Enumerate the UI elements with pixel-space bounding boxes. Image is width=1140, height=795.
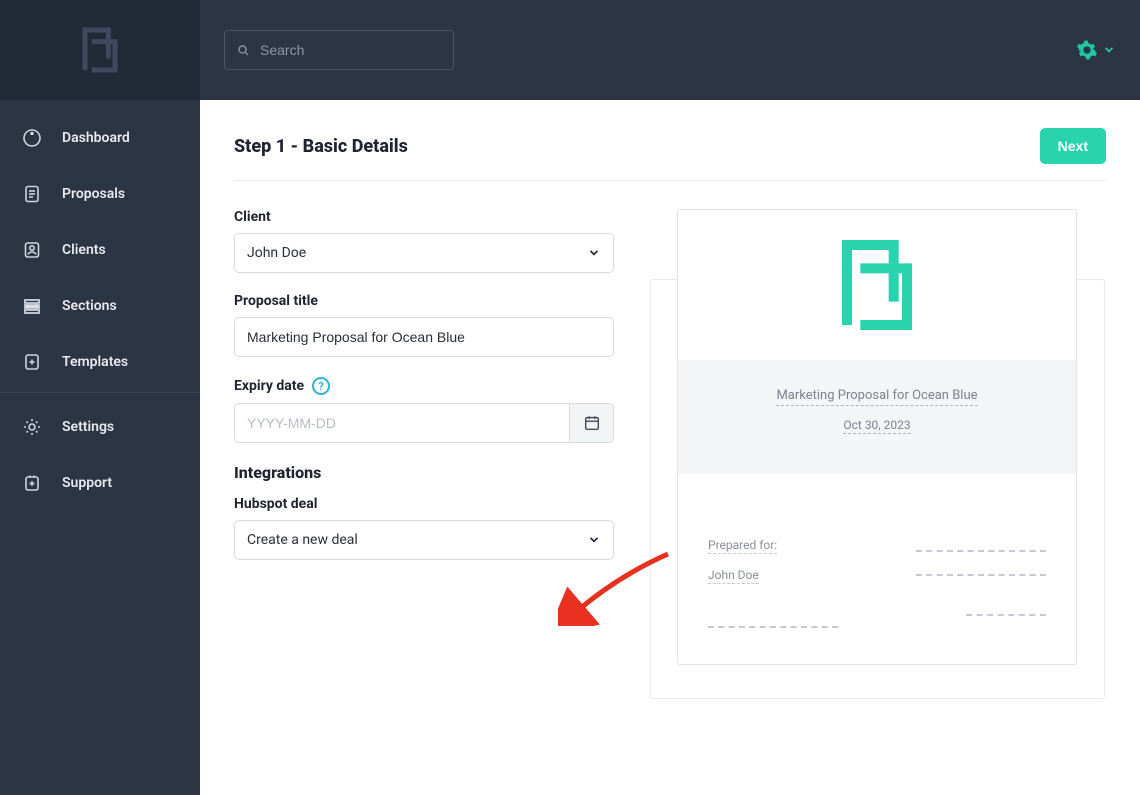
help-icon[interactable]: ?	[312, 377, 330, 395]
sidebar-item-label: Sections	[62, 298, 117, 314]
proposal-icon	[22, 184, 42, 204]
placeholder-line	[708, 614, 838, 628]
sidebar-item-templates[interactable]: Templates	[0, 334, 200, 390]
preview-footer: Prepared for: John Doe	[678, 474, 1076, 664]
expiry-label: Expiry date ?	[234, 377, 614, 395]
client-select-value: John Doe	[247, 245, 306, 261]
preview-page: Marketing Proposal for Ocean Blue Oct 30…	[677, 209, 1077, 665]
brand-logo	[0, 0, 200, 100]
search-input[interactable]	[260, 42, 441, 58]
preview-title: Marketing Proposal for Ocean Blue	[776, 388, 977, 406]
next-button[interactable]: Next	[1040, 128, 1106, 164]
sidebar-item-label: Clients	[62, 242, 106, 258]
chevron-down-icon	[1102, 43, 1116, 57]
prepared-for-label: Prepared for:	[708, 538, 777, 554]
expiry-input[interactable]	[247, 415, 557, 431]
client-select[interactable]: John Doe	[234, 233, 614, 273]
form-column: Client John Doe Proposal title	[234, 209, 614, 665]
content: Step 1 - Basic Details Next Client John …	[200, 100, 1140, 795]
main: Step 1 - Basic Details Next Client John …	[200, 0, 1140, 795]
client-icon	[22, 240, 42, 260]
placeholder-line	[916, 562, 1046, 576]
sidebar-item-label: Settings	[62, 419, 114, 435]
hubspot-label: Hubspot deal	[234, 496, 614, 512]
sidebar-item-label: Support	[62, 475, 112, 491]
support-icon	[22, 473, 42, 493]
ring-icon	[22, 128, 42, 148]
sidebar-item-clients[interactable]: Clients	[0, 222, 200, 278]
preview-title-band: Marketing Proposal for Ocean Blue Oct 30…	[678, 360, 1076, 474]
sidebar-item-support[interactable]: Support	[0, 455, 200, 511]
search-icon	[237, 43, 250, 58]
step-title: Step 1 - Basic Details	[234, 136, 408, 157]
preview-logo	[678, 210, 1076, 360]
placeholder-line	[916, 538, 1046, 552]
sidebar-nav: Dashboard Proposals Clients Sections	[0, 100, 200, 511]
proposal-title-field[interactable]	[234, 317, 614, 357]
calendar-button[interactable]	[570, 403, 614, 443]
gear-icon	[1076, 39, 1098, 61]
sidebar-item-label: Proposals	[62, 186, 125, 202]
expiry-field[interactable]	[234, 403, 570, 443]
preview-column: Marketing Proposal for Ocean Blue Oct 30…	[648, 209, 1106, 665]
search-box[interactable]	[224, 30, 454, 70]
sidebar-item-settings[interactable]: Settings	[0, 399, 200, 455]
content-header: Step 1 - Basic Details Next	[234, 128, 1106, 181]
preview-date: Oct 30, 2023	[843, 418, 910, 434]
sidebar-item-proposals[interactable]: Proposals	[0, 166, 200, 222]
prepared-for-name: John Doe	[708, 568, 759, 584]
sidebar-item-label: Dashboard	[62, 130, 130, 146]
nav-separator	[0, 392, 200, 393]
template-icon	[22, 352, 42, 372]
chevron-down-icon	[587, 533, 601, 547]
calendar-icon	[583, 414, 601, 432]
sections-icon	[22, 296, 42, 316]
hubspot-select-value: Create a new deal	[247, 532, 358, 548]
sidebar-item-sections[interactable]: Sections	[0, 278, 200, 334]
proposal-title-input[interactable]	[247, 329, 601, 345]
client-label: Client	[234, 209, 614, 225]
integrations-heading: Integrations	[234, 463, 614, 482]
settings-menu-toggle[interactable]	[1076, 39, 1116, 61]
sidebar-item-dashboard[interactable]: Dashboard	[0, 110, 200, 166]
sidebar-item-label: Templates	[62, 354, 128, 370]
placeholder-line	[966, 602, 1046, 616]
chevron-down-icon	[587, 246, 601, 260]
sidebar: Dashboard Proposals Clients Sections	[0, 0, 200, 795]
hubspot-deal-select[interactable]: Create a new deal	[234, 520, 614, 560]
topbar	[200, 0, 1140, 100]
proposal-title-label: Proposal title	[234, 293, 614, 309]
settings-icon	[22, 417, 42, 437]
